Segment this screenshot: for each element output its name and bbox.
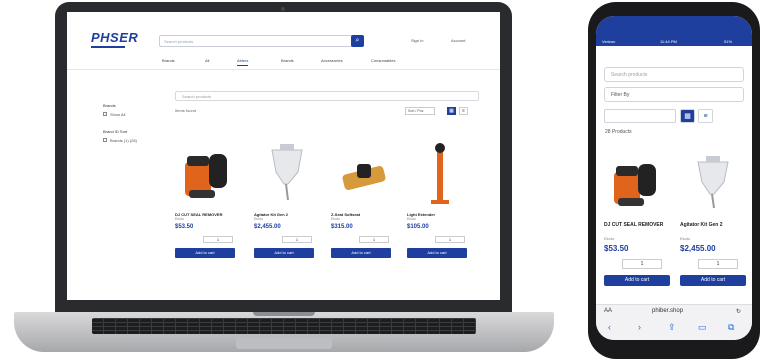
product-price: $2,455.00 — [680, 244, 716, 253]
nav-item-active[interactable]: Ablers — [237, 58, 249, 66]
filter-button[interactable]: Filter By — [604, 87, 744, 102]
list-icon[interactable]: ≡ — [459, 107, 468, 115]
sort-select[interactable] — [604, 109, 676, 123]
bookmarks-icon[interactable]: ▭ — [698, 322, 707, 333]
results-label: Items found — [175, 108, 196, 113]
add-to-cart-button[interactable]: Add to cart — [680, 275, 746, 286]
quantity-stepper[interactable]: 1 — [203, 236, 233, 243]
share-icon[interactable]: ⇪ — [668, 322, 676, 333]
quantity-stepper[interactable]: 1 — [698, 259, 738, 269]
add-to-cart-button[interactable]: Add to cart — [331, 248, 391, 258]
product-search-input[interactable]: Search products — [175, 91, 479, 101]
product-brand: Ekoto — [680, 236, 691, 241]
filter-title: Brands — [103, 103, 116, 108]
filter-checkbox[interactable] — [103, 112, 107, 116]
quantity-stepper[interactable]: 1 — [282, 236, 312, 243]
forward-icon[interactable]: › — [638, 322, 641, 332]
filter-checkbox[interactable] — [103, 138, 107, 142]
address-bar[interactable]: AA phiber.shop ↻ — [596, 304, 752, 318]
filter-option: Show All — [110, 112, 126, 117]
product-price: $53.50 — [604, 244, 629, 253]
results-count: 28 Products — [605, 129, 632, 135]
filter-title: Brand ID Sort — [103, 129, 128, 134]
filter-option: Brands (1) (28) — [110, 138, 137, 143]
nav-item[interactable]: Accessories — [321, 58, 343, 63]
product-price: $53.50 — [175, 224, 194, 230]
back-icon[interactable]: ‹ — [608, 322, 611, 332]
product-card: Agitator Kit Gen 2 Ekoto $2,455.00 1 Add… — [678, 144, 748, 294]
product-image[interactable] — [411, 140, 469, 206]
product-image[interactable] — [684, 152, 742, 212]
account-link[interactable]: Account — [451, 38, 465, 43]
product-name[interactable]: Agitator Kit Gen 2 — [680, 222, 746, 228]
text-size-button[interactable]: AA — [604, 308, 612, 314]
search-icon[interactable]: ⌕ — [351, 35, 364, 47]
nav-item[interactable]: Brands — [162, 58, 175, 63]
camera-icon — [281, 7, 285, 11]
tabs-icon[interactable]: ⧉ — [728, 322, 734, 333]
browser-toolbar: ‹ › ⇪ ▭ ⧉ — [596, 318, 752, 340]
product-image[interactable] — [608, 152, 666, 212]
product-brand: Ekoto — [254, 217, 263, 221]
battery-label: 51% — [724, 39, 733, 44]
product-price: $2,455.00 — [254, 224, 281, 230]
product-image[interactable] — [335, 140, 393, 206]
grid-icon[interactable]: ▦ — [680, 109, 695, 123]
desktop-logo[interactable]: PHSER — [91, 30, 138, 48]
url-label[interactable]: phiber.shop — [652, 308, 683, 314]
nav-item[interactable]: Brands — [281, 58, 294, 63]
product-image[interactable] — [179, 140, 237, 206]
add-to-cart-button[interactable]: Add to cart — [604, 275, 670, 286]
desktop-screen: PHSER Search products ⌕ Sign In Account … — [67, 12, 500, 300]
quantity-stepper[interactable]: 1 — [622, 259, 662, 269]
laptop-notch — [253, 312, 315, 316]
product-brand: Ekoto — [604, 236, 615, 241]
laptop-keyboard — [92, 318, 476, 334]
mobile-screen: Verizon 11:44 PM 51% Search products Fil… — [596, 16, 752, 340]
product-brand: Ekoto — [331, 217, 340, 221]
list-icon[interactable]: ≡ — [698, 109, 713, 123]
mobile-status-bar: Verizon 11:44 PM 51% — [596, 16, 752, 46]
sort-select[interactable]: Sort / Pos — [405, 107, 435, 115]
desktop-search-input[interactable]: Search products — [159, 35, 357, 47]
nav-item[interactable]: All — [205, 58, 209, 63]
product-price: $105.00 — [407, 224, 429, 230]
product-card: DJ CUT SEAL REMOVER Ekoto $53.50 1 Add t… — [175, 132, 241, 292]
nav-item[interactable]: Consumables — [371, 58, 395, 63]
product-price: $315.00 — [331, 224, 353, 230]
add-to-cart-button[interactable]: Add to cart — [175, 248, 235, 258]
quantity-stepper[interactable]: 1 — [435, 236, 465, 243]
product-card: DJ CUT SEAL REMOVER Ekoto $53.50 1 Add t… — [602, 144, 672, 294]
grid-icon[interactable]: ▦ — [447, 107, 456, 115]
add-to-cart-button[interactable]: Add to cart — [254, 248, 314, 258]
mobile-search-input[interactable]: Search products — [604, 67, 744, 82]
product-brand: Ekoto — [407, 217, 416, 221]
laptop-trackpad — [236, 338, 332, 349]
product-card: Z-Seat Softseat Ekoto $315.00 1 Add to c… — [331, 132, 397, 292]
quantity-stepper[interactable]: 1 — [359, 236, 389, 243]
sign-in-link[interactable]: Sign In — [411, 38, 423, 43]
product-image[interactable] — [258, 140, 316, 206]
add-to-cart-button[interactable]: Add to cart — [407, 248, 467, 258]
product-card: Agitator Kit Gen 2 Ekoto $2,455.00 1 Add… — [254, 132, 320, 292]
product-brand: Ekoto — [175, 217, 184, 221]
clock-label: 11:44 PM — [660, 39, 677, 44]
carrier-label: Verizon — [602, 39, 616, 44]
product-card: Light Extender Ekoto $105.00 1 Add to ca… — [407, 132, 473, 292]
desktop-header: PHSER Search products ⌕ Sign In Account … — [67, 12, 500, 70]
product-name[interactable]: DJ CUT SEAL REMOVER — [604, 222, 670, 228]
reload-icon[interactable]: ↻ — [736, 308, 741, 315]
